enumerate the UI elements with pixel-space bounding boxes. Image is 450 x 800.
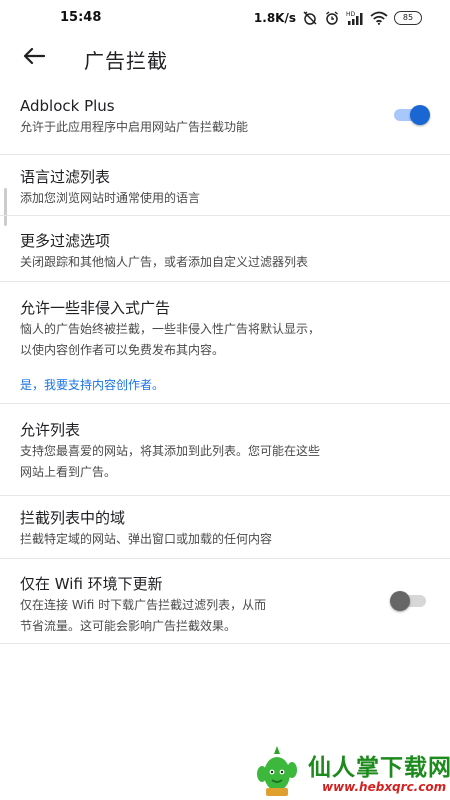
app-header: 广告拦截 [0, 36, 450, 80]
setting-language-filters[interactable]: 语言过滤列表 添加您浏览网站时通常使用的语言 [0, 155, 450, 216]
setting-title: 更多过滤选项 [20, 232, 111, 250]
setting-description: 添加您浏览网站时通常使用的语言 [20, 191, 201, 205]
back-button[interactable] [18, 42, 50, 74]
setting-title: 允许一些非侵入式广告 [20, 299, 171, 317]
alarm-icon [324, 10, 340, 26]
setting-adblock-plus[interactable]: Adblock Plus 允许于此应用程序中启用网站广告拦截功能 [0, 88, 450, 155]
description-line: 以使内容创作者可以免费发布其内容。 [20, 343, 225, 357]
setting-title: 语言过滤列表 [20, 168, 111, 186]
setting-description: 支持您最喜爱的网站，将其添加到此列表。您可能在这些 网站上看到广告。 [20, 441, 430, 483]
page-title: 广告拦截 [84, 49, 168, 73]
status-bar: 15:48 1.8K/s HD 85 [0, 0, 450, 36]
setting-blocked-domains[interactable]: 拦截列表中的域 拦截特定域的网站、弹出窗口或加载的任何内容 [0, 496, 450, 559]
status-time: 15:48 [60, 10, 102, 25]
setting-description: 仅在连接 Wifi 时下载广告拦截过滤列表，从而 节省流量。这可能会影响广告拦截… [20, 595, 430, 637]
cactus-logo-icon [250, 744, 304, 798]
setting-more-filters[interactable]: 更多过滤选项 关闭跟踪和其他恼人广告，或者添加自定义过滤器列表 [0, 216, 450, 282]
setting-description: 关闭跟踪和其他恼人广告，或者添加自定义过滤器列表 [20, 255, 309, 269]
watermark-title: 仙人掌下载网 [308, 755, 450, 781]
setting-allowlist[interactable]: 允许列表 支持您最喜爱的网站，将其添加到此列表。您可能在这些 网站上看到广告。 [0, 404, 450, 496]
setting-wifi-only[interactable]: 仅在 Wifi 环境下更新 仅在连接 Wifi 时下载广告拦截过滤列表，从而 节… [0, 559, 450, 644]
setting-description: 恼人的广告始终被拦截，一些非侵入性广告将默认显示， 以使内容创作者可以免费发布其… [20, 319, 430, 361]
setting-title: Adblock Plus [20, 97, 115, 115]
arrow-left-icon [23, 47, 46, 69]
toggle-thumb [410, 105, 430, 125]
network-speed: 1.8K/s [253, 11, 296, 25]
wifi-icon [370, 11, 388, 25]
description-line: 仅在连接 Wifi 时下载广告拦截过滤列表，从而 [20, 598, 267, 612]
toggle-thumb [390, 591, 410, 611]
setting-description: 拦截特定域的网站、弹出窗口或加载的任何内容 [20, 532, 273, 546]
battery-icon: 85 [394, 11, 422, 25]
setting-title: 仅在 Wifi 环境下更新 [20, 575, 163, 593]
wifi-only-toggle[interactable] [390, 591, 428, 611]
settings-list: Adblock Plus 允许于此应用程序中启用网站广告拦截功能 语言过滤列表 … [0, 88, 450, 644]
app-screen: 15:48 1.8K/s HD 85 广告拦截 Adblock Plus 允许于… [0, 0, 450, 800]
description-line: 网站上看到广告。 [20, 465, 117, 479]
setting-description: 允许于此应用程序中启用网站广告拦截功能 [20, 120, 249, 134]
setting-title: 允许列表 [20, 421, 81, 439]
setting-title: 拦截列表中的域 [20, 509, 126, 527]
support-creators-link[interactable]: 是，我要支持内容创作者。 [20, 376, 430, 394]
description-line: 恼人的广告始终被拦截，一些非侵入性广告将默认显示， [20, 322, 321, 336]
adblock-toggle[interactable] [392, 105, 430, 125]
site-watermark: 仙人掌下载网 www.hebxqrc.com [246, 742, 450, 800]
description-line: 支持您最喜爱的网站，将其添加到此列表。您可能在这些 [20, 444, 321, 458]
status-icons: 1.8K/s HD 85 [254, 9, 422, 27]
signal-icon: HD [346, 10, 364, 26]
svg-text:HD: HD [346, 11, 356, 18]
setting-acceptable-ads[interactable]: 允许一些非侵入式广告 恼人的广告始终被拦截，一些非侵入性广告将默认显示， 以使内… [0, 282, 450, 404]
alarm-off-icon [302, 10, 318, 26]
watermark-url: www.hebxqrc.com [322, 780, 447, 794]
description-line: 节省流量。这可能会影响广告拦截效果。 [20, 619, 237, 633]
